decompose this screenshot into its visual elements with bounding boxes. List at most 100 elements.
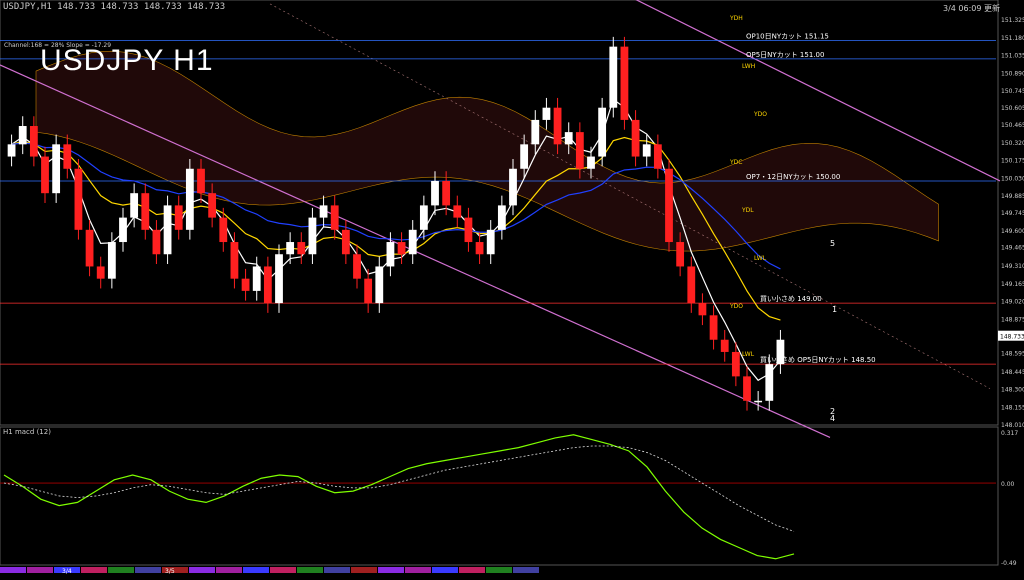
candle-body [542,107,551,120]
candle-body [509,168,517,206]
candle-body [520,144,529,169]
candle-body [330,205,339,230]
candle-body [431,180,439,206]
candle-body [665,168,673,243]
signal-line [3,445,795,532]
date-bar-segment [108,567,134,573]
price-tick-label: 150.465 [1001,122,1024,129]
candle-body [475,242,484,255]
macd-tick-label: -0.49 [1001,560,1017,567]
date-bar-segment [297,567,323,573]
candle-body [698,303,707,316]
date-bar-segment [432,567,458,573]
candle-body [252,266,261,291]
date-bar-segment [81,567,107,573]
candle-body [353,254,361,279]
candle-body [731,351,740,377]
level-label: OP10日NYカット 151.15 [746,33,829,41]
date-label: 3/5 [165,568,175,575]
price-tick-label: 149.465 [1001,244,1024,251]
candle-body [263,266,272,304]
candle-body [754,400,763,403]
candle-body [442,180,451,206]
candle-body [486,229,495,255]
candle-body [130,193,139,218]
indicator-label: H1 macd (12) [3,428,51,436]
candle-body [564,132,573,145]
candle-body [18,126,27,145]
candle-body [29,126,38,157]
wave-label: 1 [832,305,837,314]
date-bar-segment [243,567,269,573]
candle-body [408,229,417,255]
date-bar-segment [459,567,485,573]
candle-body [41,156,49,194]
candle-body [587,156,595,169]
price-tick-label: 150.890 [1001,70,1024,77]
price-tick-label: 150.320 [1001,140,1024,147]
candle-body [119,217,127,243]
candle-body [386,242,395,267]
chart-root: OP10日NYカット 151.15 OP5日NYカット 151.00 OP7・12日… [0,0,1024,576]
marker-label: LWL [754,255,767,262]
candle-body [620,46,629,120]
date-label: 3/4 [62,568,72,575]
price-tick-label: 148.300 [1001,387,1024,394]
level-label: OP5日NYカット 151.00 [746,51,824,59]
candle-body [152,229,161,255]
date-bar: 3/4 3/5 [0,567,539,575]
price-tick-label: 150.175 [1001,158,1024,165]
marker-label: YDH [729,15,743,22]
price-axis: 151.325 151.180 151.035 150.890 150.745 150.6… [998,17,1024,429]
chart-title: USDJPY H1 [40,44,214,77]
date-bar-segment [513,567,539,573]
candle-body [364,278,373,304]
price-tick-label: 148.445 [1001,369,1024,376]
candle-body [308,217,317,255]
candle-body [765,364,774,401]
candle-body [52,144,61,194]
price-tick-label: 149.885 [1001,193,1024,200]
candle-body [197,168,205,194]
candle-body [653,144,662,169]
chart-svg[interactable]: OP10日NYカット 151.15 OP5日NYカット 151.00 OP7・12日… [0,0,1024,576]
current-price-label: 148.733 [1000,334,1024,341]
level-label: 買い小さめ 149.00 [760,294,822,303]
date-bar-segment [27,567,53,573]
price-tick-label: 149.600 [1001,228,1024,235]
level-label: OP7・12日NYカット 150.00 [746,173,840,181]
candle-body [219,217,228,243]
candle-body [286,242,295,255]
candle-body [230,242,239,279]
clock: 3/4 06:09 更新 [942,4,1000,13]
price-tick-label: 150.745 [1001,88,1024,95]
macd-panel: 0.317 0.00 -0.49 [0,430,1018,567]
date-bar-segment [378,567,404,573]
candle-body [208,193,217,218]
candle-body [531,119,540,145]
candle-body [185,168,194,230]
candle-body [297,242,306,255]
date-bar-segment [189,567,215,573]
price-tick-label: 151.180 [1001,35,1024,42]
candle-body [598,107,607,157]
price-tick-label: 148.155 [1001,404,1024,411]
date-bar-segment [270,567,296,573]
macd-tick-label: 0.317 [1001,430,1018,437]
date-bar-segment [216,567,242,573]
candle-body [341,229,350,255]
marker-label: LWL [742,351,755,358]
candle-body [575,132,584,169]
price-tick-label: 150.605 [1001,105,1024,112]
symbol-line: USDJPY,H1 148.733 148.733 148.733 148.73… [3,2,226,12]
price-tick-label: 150.030 [1001,175,1024,182]
marker-label: YDO [729,303,743,310]
wave-label: 5 [830,239,835,248]
candle-body [709,315,718,340]
price-tick-label: 149.745 [1001,210,1024,217]
candle-body [776,339,785,365]
date-bar-segment [324,567,350,573]
candle-body [241,278,250,291]
candle-body [85,229,94,267]
candle-body [163,205,172,255]
